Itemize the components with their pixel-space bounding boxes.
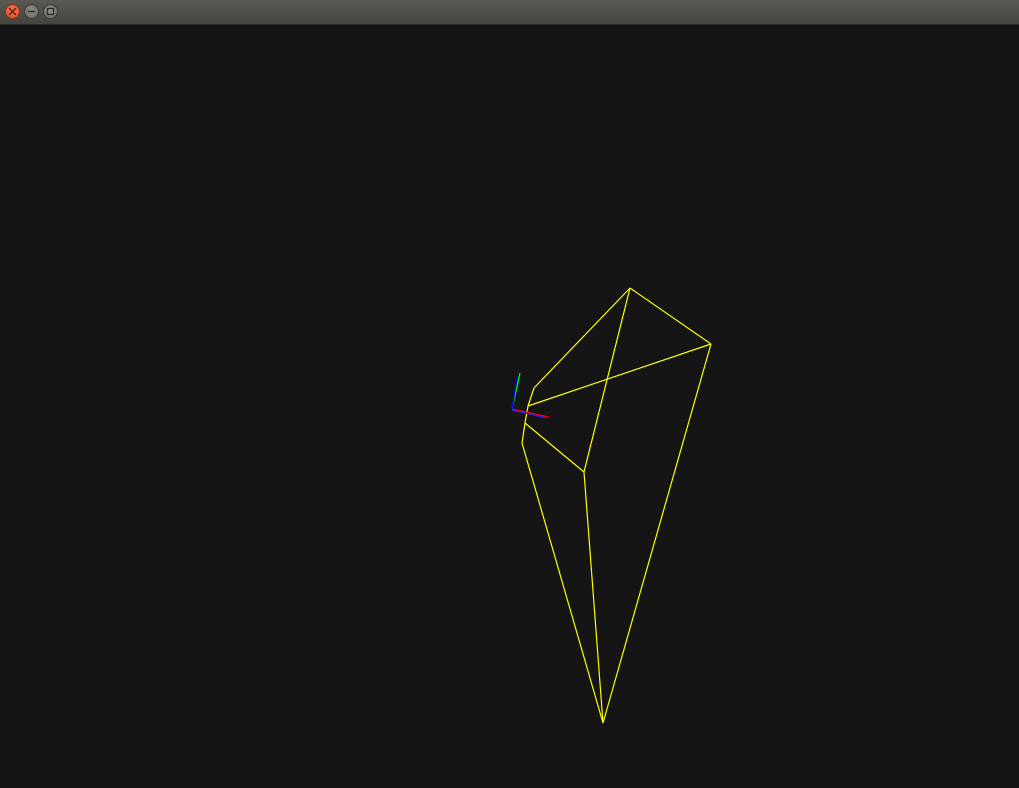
minimize-button[interactable]: [24, 4, 39, 19]
wire-edge: [583, 471, 604, 724]
wire-edge: [521, 442, 604, 724]
wire-edge: [527, 387, 535, 407]
coordinate-axes: [511, 372, 550, 419]
z-axis-tail: [511, 409, 547, 419]
wire-edge: [524, 422, 585, 473]
app-window: [0, 0, 1019, 788]
wire-edge: [524, 405, 529, 424]
wire-edge: [521, 422, 526, 444]
close-icon: [8, 7, 17, 16]
wire-edge: [629, 287, 712, 345]
wire-edge: [527, 343, 712, 407]
wire-edge: [583, 287, 631, 473]
wire-edge: [602, 343, 712, 724]
close-button[interactable]: [5, 4, 20, 19]
minimize-icon: [27, 10, 36, 13]
camera-frustum-wireframe: [521, 287, 712, 724]
scene-canvas[interactable]: [0, 25, 1019, 788]
maximize-icon: [46, 7, 55, 16]
x-axis: [511, 408, 550, 418]
title-bar[interactable]: [0, 0, 1019, 25]
maximize-button[interactable]: [43, 4, 58, 19]
wire-edge: [533, 287, 631, 389]
z-axis: [511, 377, 518, 410]
3d-viewport[interactable]: [0, 25, 1019, 788]
